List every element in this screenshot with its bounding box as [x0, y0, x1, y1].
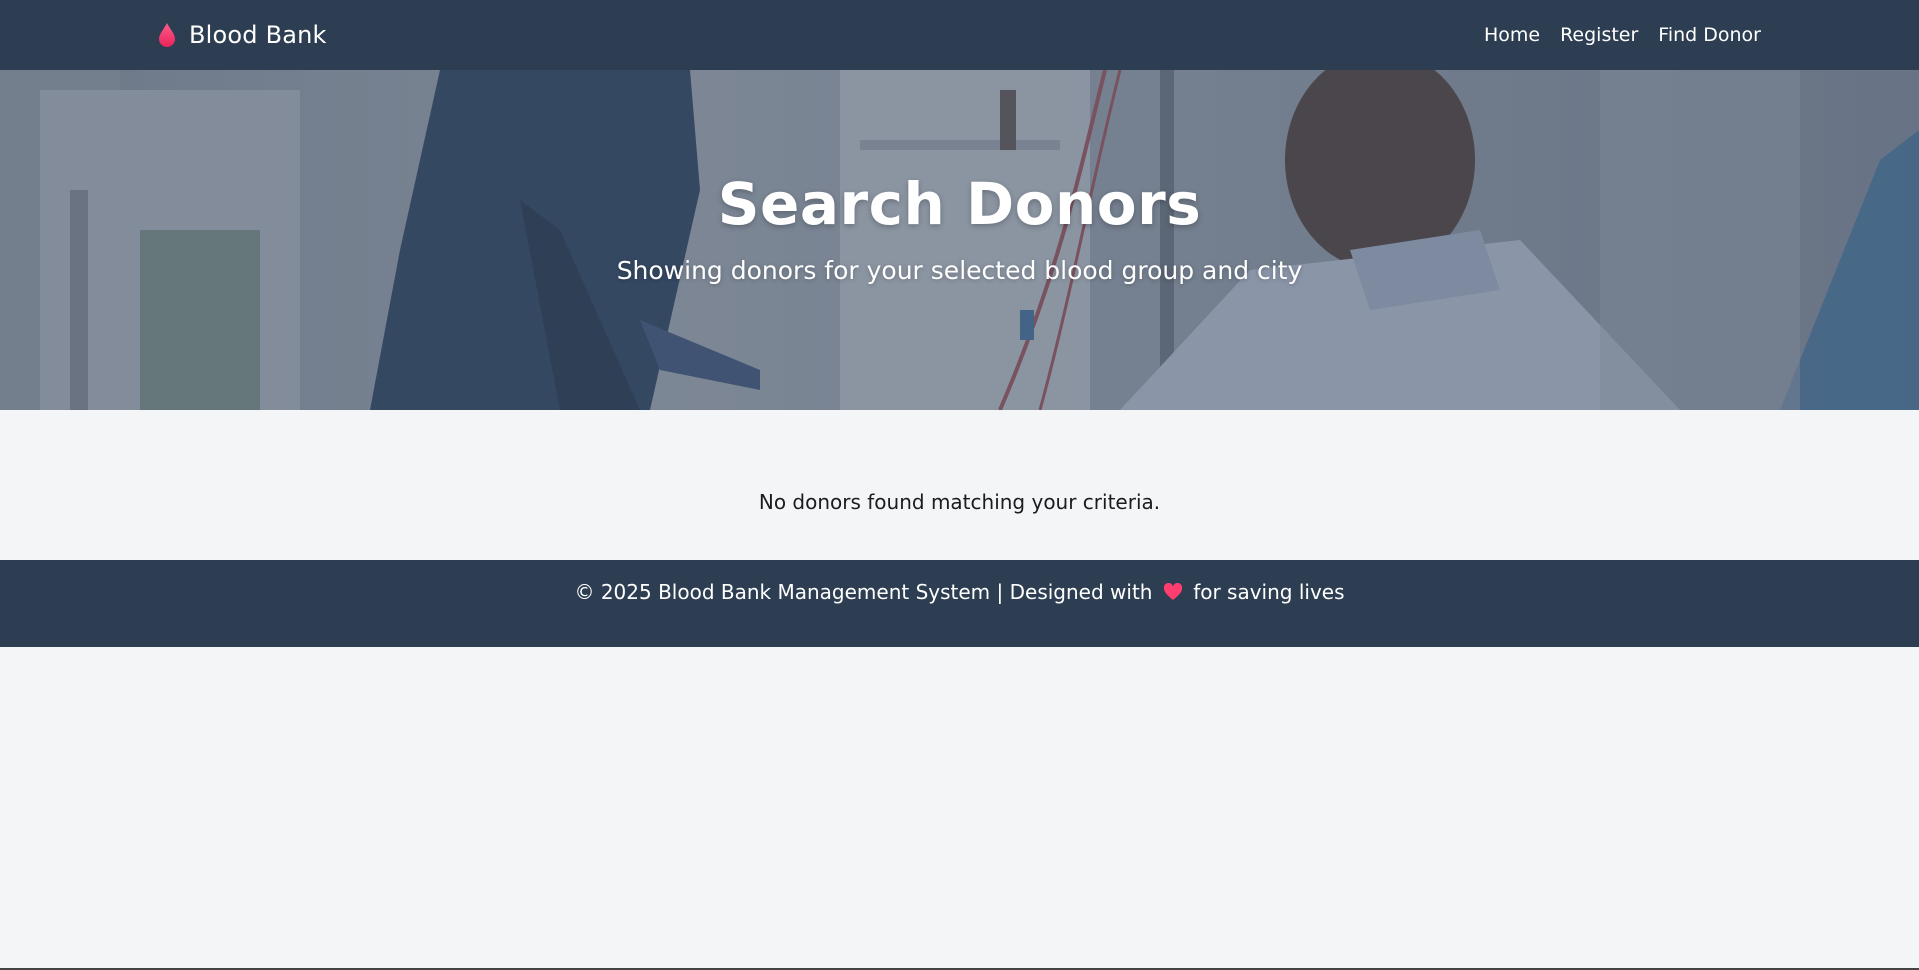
nav-register-link[interactable]: Register: [1560, 24, 1638, 46]
navbar: Blood Bank Home Register Find Donor: [0, 0, 1919, 70]
hero-banner: Search Donors Showing donors for your se…: [0, 70, 1919, 410]
page-subtitle: Showing donors for your selected blood g…: [616, 256, 1303, 285]
heart-icon: [1163, 583, 1182, 600]
brand-link[interactable]: Blood Bank: [157, 0, 327, 70]
results-section: No donors found matching your criteria.: [0, 410, 1919, 560]
brand-name: Blood Bank: [189, 21, 327, 49]
nav-find-donor-link[interactable]: Find Donor: [1658, 24, 1761, 46]
footer-copyright: © 2025 Blood Bank Management System | De…: [0, 580, 1919, 604]
footer-text-after: for saving lives: [1193, 580, 1345, 604]
footer: © 2025 Blood Bank Management System | De…: [0, 560, 1919, 647]
blood-drop-icon: [159, 23, 175, 47]
empty-results-message: No donors found matching your criteria.: [758, 490, 1161, 514]
hero-overlay: [0, 70, 1919, 410]
nav-links: Home Register Find Donor: [1484, 0, 1761, 70]
footer-text-before: © 2025 Blood Bank Management System | De…: [574, 580, 1153, 604]
page-title: Search Donors: [717, 170, 1202, 238]
nav-home-link[interactable]: Home: [1484, 24, 1540, 46]
